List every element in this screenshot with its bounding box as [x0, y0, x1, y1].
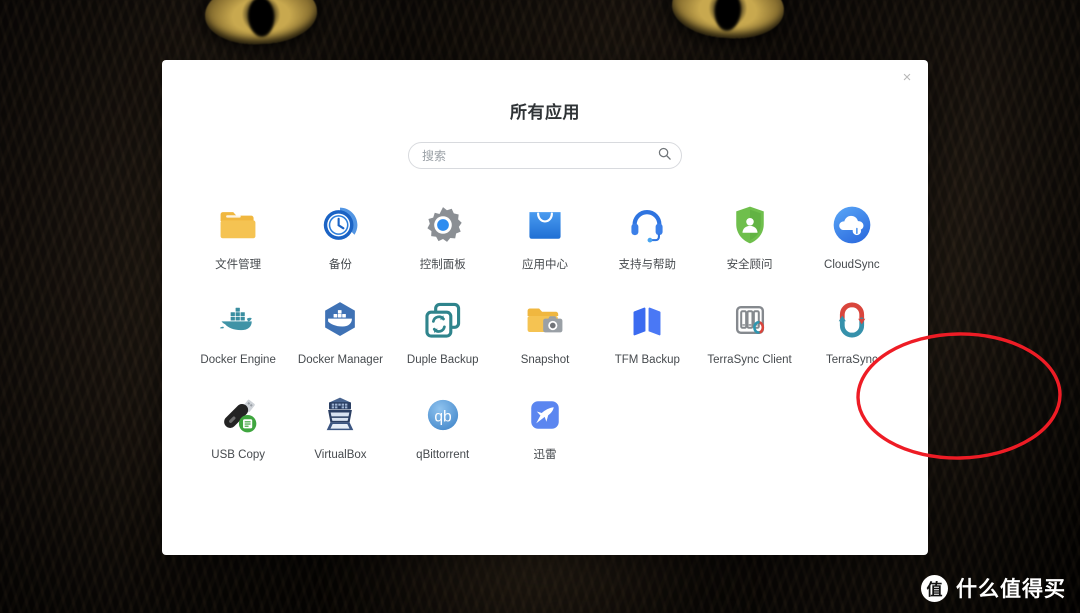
app-label: Docker Engine — [200, 354, 276, 366]
app-item-docker-engine[interactable]: Docker Engine — [187, 292, 289, 367]
app-item-tfm-backup[interactable]: TFM Backup — [596, 292, 698, 367]
clock-backup-icon — [316, 201, 364, 249]
app-label: TFM Backup — [614, 354, 680, 366]
page-title: 所有应用 — [510, 103, 580, 122]
app-item-usb-copy[interactable]: USB Copy — [187, 387, 289, 462]
search-box[interactable] — [408, 142, 682, 169]
folder-camera-icon — [521, 296, 569, 344]
close-icon[interactable]: × — [896, 68, 918, 90]
app-label: TerraSync Client — [707, 354, 792, 366]
app-item-backup[interactable]: 备份 — [289, 197, 391, 272]
app-item-snapshot[interactable]: Snapshot — [494, 292, 596, 367]
svg-text:qb: qb — [434, 408, 452, 425]
watermark-logo: 值 — [921, 574, 948, 602]
watermark-text: 什么值得买 — [956, 578, 1066, 601]
application-grid: 文件管理 备份 控制面板 应用中心 支持与帮助 安全顾问 CloudSync D… — [187, 197, 903, 462]
watermark: 值 什么值得买 — [921, 573, 1066, 603]
app-item-cloudsync[interactable]: CloudSync — [801, 197, 903, 272]
virtualbox-icon — [316, 391, 364, 439]
duple-backup-icon — [419, 296, 467, 344]
app-label: VirtualBox — [314, 449, 367, 461]
app-label: Snapshot — [520, 354, 570, 366]
gear-icon — [419, 201, 467, 249]
desktop: × 所有应用 文件管理 — [0, 0, 1080, 613]
app-item-control-panel[interactable]: 控制面板 — [392, 197, 494, 272]
docker-whale-icon — [214, 296, 262, 344]
app-label: 迅雷 — [533, 449, 557, 461]
docker-hexagon-icon — [316, 296, 364, 344]
qbittorrent-icon: qb — [419, 391, 467, 439]
app-label: qBittorrent — [416, 449, 470, 461]
app-label: 安全顾问 — [726, 259, 773, 271]
app-item-docker-manager[interactable]: Docker Manager — [289, 292, 391, 367]
shield-icon — [726, 201, 774, 249]
nas-sync-icon — [726, 296, 774, 344]
shopping-bag-icon — [521, 201, 569, 249]
search-input[interactable] — [408, 142, 682, 169]
app-label: 备份 — [328, 259, 352, 271]
app-label: 文件管理 — [215, 259, 262, 271]
app-item-app-center[interactable]: 应用中心 — [494, 197, 596, 272]
app-item-support-help[interactable]: 支持与帮助 — [596, 197, 698, 272]
app-label: 应用中心 — [521, 259, 568, 271]
app-item-virtualbox[interactable]: VirtualBox — [289, 387, 391, 462]
headset-icon — [623, 201, 671, 249]
terrasync-loop-icon — [828, 296, 876, 344]
usb-drive-icon — [214, 391, 262, 439]
app-label: USB Copy — [211, 449, 265, 461]
app-label: CloudSync — [824, 259, 880, 271]
folder-icon — [214, 201, 262, 249]
app-item-terrasync[interactable]: TerraSync — [801, 292, 903, 367]
xunlei-bird-icon — [521, 391, 569, 439]
tfm-book-icon — [623, 296, 671, 344]
app-item-qbittorrent[interactable]: qb qBittorrent — [392, 387, 494, 462]
wallpaper-cat-pupil-right — [713, 0, 743, 33]
app-item-xunlei[interactable]: 迅雷 — [494, 387, 596, 462]
app-label: 控制面板 — [419, 259, 466, 271]
app-item-terrasync-client[interactable]: TerraSync Client — [698, 292, 800, 367]
app-item-file-manager[interactable]: 文件管理 — [187, 197, 289, 272]
app-label: Duple Backup — [406, 354, 479, 366]
app-item-duple-backup[interactable]: Duple Backup — [392, 292, 494, 367]
cloud-sync-icon — [828, 201, 876, 249]
app-item-security-advisor[interactable]: 安全顾问 — [698, 197, 800, 272]
wallpaper-cat-pupil-left — [247, 0, 276, 38]
app-label: TerraSync — [825, 354, 878, 366]
app-label: Docker Manager — [297, 354, 383, 366]
all-applications-dialog: × 所有应用 文件管理 — [162, 60, 1062, 555]
app-label: 支持与帮助 — [618, 259, 677, 271]
